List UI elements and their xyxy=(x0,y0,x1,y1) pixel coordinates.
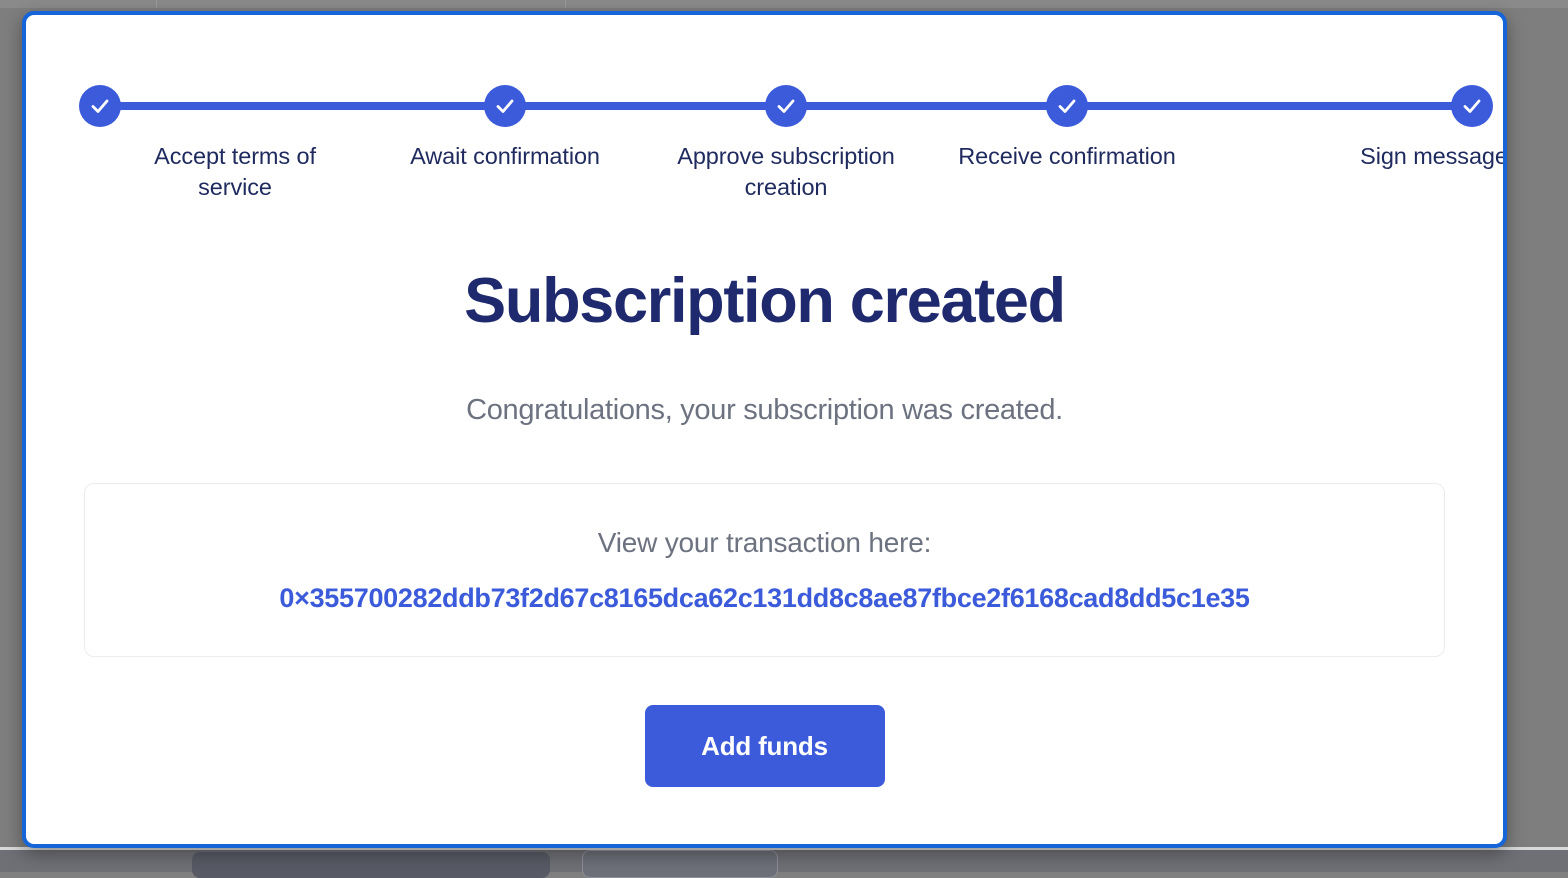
stepper-step-1-label: Accept terms of service xyxy=(154,143,316,200)
check-icon xyxy=(79,85,121,127)
check-icon xyxy=(484,85,526,127)
stepper-step-4-label: Receive confirmation xyxy=(958,143,1176,169)
backdrop-top-strip xyxy=(0,0,1568,8)
transaction-caption: View your transaction here: xyxy=(597,526,932,558)
subscription-created-modal: Accept terms of service Await confirmati… xyxy=(22,11,1507,848)
stepper-step-2-label: Await confirmation xyxy=(410,143,600,169)
transaction-panel: View your transaction here: 0×355700282d… xyxy=(84,483,1445,657)
page-subtitle: Congratulations, your subscription was c… xyxy=(466,394,1063,426)
add-funds-button[interactable]: Add funds xyxy=(644,705,885,787)
page-title: Subscription created xyxy=(464,266,1066,336)
transaction-hash-link[interactable]: 0×355700282ddb73f2d67c8165dca62c131dd8c8… xyxy=(279,583,1249,614)
backdrop-divider xyxy=(565,0,566,8)
check-icon xyxy=(1451,85,1493,127)
action-row: Add funds xyxy=(26,705,1503,787)
check-icon xyxy=(1046,85,1088,127)
stepper-step-3-label: Approve subscription creation xyxy=(677,143,895,200)
progress-stepper: Accept terms of service Await confirmati… xyxy=(26,85,1503,215)
stepper-step-5-label: Sign message xyxy=(1360,143,1507,169)
backdrop-ghost-card xyxy=(582,850,778,878)
check-icon xyxy=(765,85,807,127)
backdrop-ghost-card xyxy=(192,852,550,878)
backdrop-divider xyxy=(156,0,157,8)
